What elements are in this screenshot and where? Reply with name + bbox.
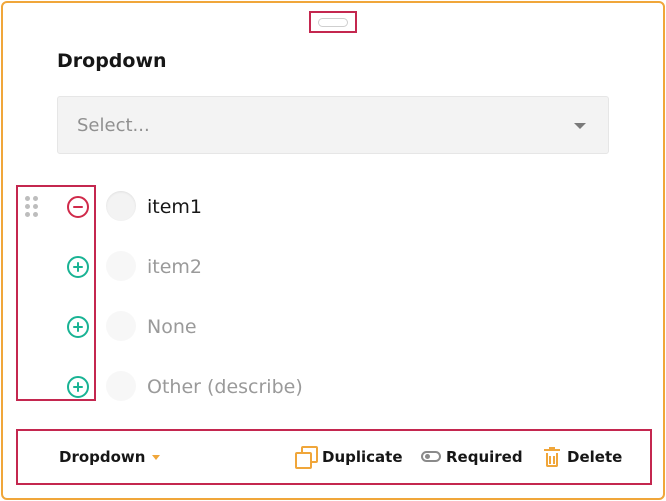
delete-button[interactable]: Delete xyxy=(567,448,622,466)
choice-radio[interactable] xyxy=(106,191,136,221)
required-toggle[interactable]: Required xyxy=(446,448,523,466)
add-choice-button[interactable] xyxy=(67,316,89,338)
choice-label[interactable]: Other (describe) xyxy=(147,376,303,398)
choice-radio[interactable] xyxy=(106,311,136,341)
add-choice-button[interactable] xyxy=(67,376,89,398)
toggle-icon[interactable] xyxy=(421,451,441,462)
duplicate-button[interactable]: Duplicate xyxy=(322,448,403,466)
question-toolbar: Dropdown Duplicate Required Delete xyxy=(16,429,652,485)
caret-down-icon[interactable] xyxy=(152,455,160,460)
drag-dots-icon[interactable] xyxy=(25,196,41,218)
question-card[interactable]: Dropdown Select... item1 item2 None Othe… xyxy=(1,1,665,500)
minus-circle-icon xyxy=(73,206,83,208)
add-choice-button[interactable] xyxy=(67,256,89,278)
drag-handle-icon xyxy=(318,17,348,27)
choice-radio[interactable] xyxy=(106,251,136,281)
remove-choice-button[interactable] xyxy=(67,196,89,218)
duplicate-icon[interactable] xyxy=(295,446,318,469)
choice-label[interactable]: item1 xyxy=(147,196,202,218)
trash-icon[interactable] xyxy=(544,447,560,469)
question-type-label[interactable]: Dropdown xyxy=(59,448,145,466)
question-drag-handle[interactable] xyxy=(309,11,357,33)
choice-radio[interactable] xyxy=(106,371,136,401)
choice-label[interactable]: item2 xyxy=(147,256,202,278)
dropdown-select[interactable]: Select... xyxy=(57,96,609,154)
select-placeholder: Select... xyxy=(77,115,150,136)
choice-label[interactable]: None xyxy=(147,316,197,338)
chevron-down-icon xyxy=(574,123,586,129)
question-title[interactable]: Dropdown xyxy=(57,50,167,72)
